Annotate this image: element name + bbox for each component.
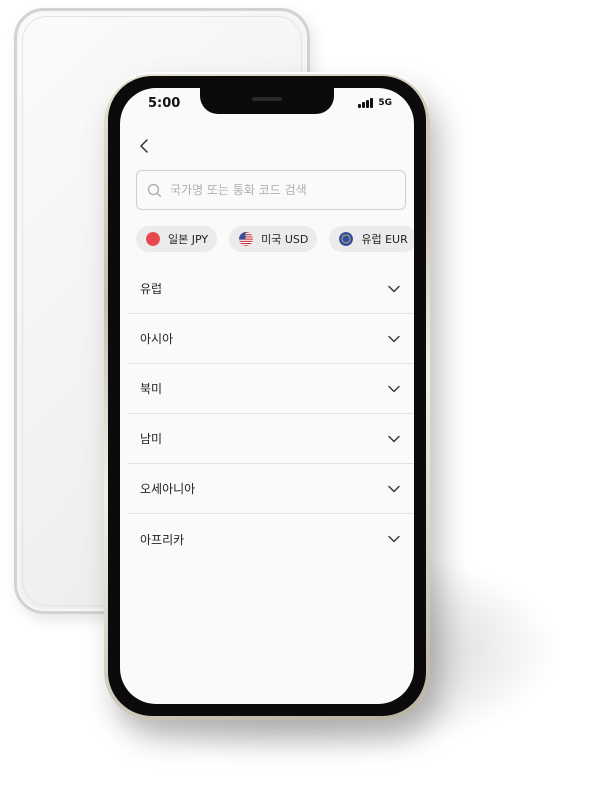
region-item-asia[interactable]: 아시아 bbox=[128, 314, 414, 364]
chevron-down-icon bbox=[388, 335, 400, 342]
speaker-grille bbox=[252, 97, 282, 101]
notch bbox=[200, 88, 334, 114]
region-label: 아프리카 bbox=[140, 532, 185, 547]
region-item-south-america[interactable]: 남미 bbox=[128, 414, 414, 464]
currency-chip-eur[interactable]: 유럽 EUR bbox=[329, 226, 414, 252]
phone-bezel: 5:00 5G 국가명 또는 통화 코드 검색 일본 JPY 미국 USD 유럽… bbox=[108, 76, 426, 716]
chevron-down-icon bbox=[388, 285, 400, 292]
region-label: 아시아 bbox=[140, 332, 174, 346]
search-icon bbox=[147, 183, 162, 197]
currency-chip-usd[interactable]: 미국 USD bbox=[229, 226, 318, 252]
quick-currency-list: 일본 JPY 미국 USD 유럽 EUR bbox=[136, 226, 414, 252]
phone-frame: 5:00 5G 국가명 또는 통화 코드 검색 일본 JPY 미국 USD 유럽… bbox=[104, 72, 430, 720]
search-box[interactable] bbox=[136, 170, 406, 210]
chevron-down-icon bbox=[388, 485, 400, 492]
usa-flag-icon bbox=[239, 232, 254, 246]
network-type: 5G bbox=[378, 98, 392, 108]
region-item-africa[interactable]: 아프리카 bbox=[128, 514, 414, 564]
search-input[interactable] bbox=[168, 182, 392, 198]
region-label: 북미 bbox=[140, 382, 163, 396]
currency-chip-label: 일본 JPY bbox=[168, 233, 209, 246]
back-button[interactable] bbox=[134, 136, 154, 156]
japan-flag-icon bbox=[146, 232, 160, 246]
status-time: 5:00 bbox=[148, 96, 181, 111]
region-item-oceania[interactable]: 오세아니아 bbox=[128, 464, 414, 514]
chevron-down-icon bbox=[388, 435, 400, 442]
region-label: 유럽 bbox=[140, 282, 163, 296]
region-list: 유럽 아시아 북미 남미 오세아니아 아프리카 bbox=[128, 264, 414, 564]
region-item-north-america[interactable]: 북미 bbox=[128, 364, 414, 414]
phone-screen: 5:00 5G 국가명 또는 통화 코드 검색 일본 JPY 미국 USD 유럽… bbox=[120, 88, 414, 704]
region-label: 오세아니아 bbox=[140, 482, 196, 496]
chevron-down-icon bbox=[388, 535, 400, 543]
signal-icon bbox=[358, 98, 374, 108]
region-label: 남미 bbox=[140, 432, 163, 446]
chevron-left-icon bbox=[140, 139, 148, 153]
currency-chip-label: 유럽 EUR bbox=[361, 233, 408, 246]
chevron-down-icon bbox=[388, 385, 400, 392]
currency-chip-jpy[interactable]: 일본 JPY bbox=[136, 226, 218, 252]
status-indicators: 5G bbox=[358, 98, 392, 108]
currency-chip-label: 미국 USD bbox=[261, 233, 309, 246]
eu-flag-icon bbox=[339, 232, 354, 246]
region-item-europe[interactable]: 유럽 bbox=[128, 264, 414, 314]
